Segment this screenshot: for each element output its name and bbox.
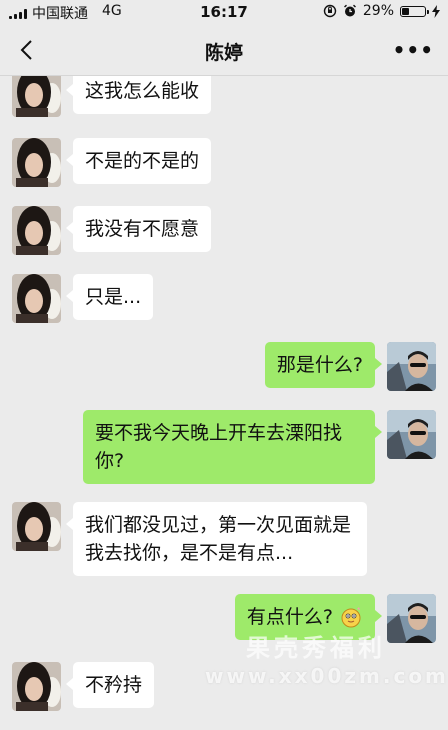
message-text: 有点什么? [246, 606, 333, 628]
nav-bar: 陈婷 ••• [0, 26, 448, 76]
message-bubble[interactable]: 只是... [65, 274, 154, 320]
cute-emoji-icon [341, 607, 361, 628]
orientation-lock-icon [323, 4, 337, 18]
message-bubble[interactable]: 那是什么? [264, 342, 383, 388]
alarm-clock-icon [343, 4, 356, 17]
status-bar: 中国联通 4G 16:17 29% [0, 0, 448, 26]
message-bubble[interactable]: 我们都没见过，第一次见面就是我去找你，是不是有点... [66, 502, 367, 576]
message-bubble[interactable]: 不是的不是的 [65, 138, 212, 184]
message-row-incoming: 不矜持 [0, 662, 448, 722]
message-bubble[interactable]: 不矜持 [65, 662, 155, 708]
battery-icon [400, 5, 429, 17]
message-row-incoming: 我没有不愿意 [0, 206, 448, 266]
self-avatar[interactable] [387, 410, 436, 459]
contact-avatar[interactable] [12, 206, 61, 255]
contact-avatar[interactable] [12, 76, 61, 117]
message-row-incoming: 不是的不是的 [0, 138, 448, 198]
self-avatar[interactable] [387, 342, 436, 391]
message-bubble[interactable]: 有点什么? [234, 594, 383, 640]
message-bubble[interactable]: 要不我今天晚上开车去溧阳找你? [83, 410, 382, 484]
message-row-incoming: 只是... [0, 274, 448, 334]
chat-title: 陈婷 [204, 42, 243, 64]
chat-message-list[interactable]: 这我怎么能收 不是的不是的 我没有不愿意 只是... 那是什么? 要不我今天晚上… [0, 76, 448, 730]
charging-icon [432, 4, 440, 18]
contact-avatar[interactable] [12, 274, 61, 323]
message-bubble[interactable]: 这我怎么能收 [65, 76, 212, 114]
contact-avatar[interactable] [12, 138, 61, 187]
more-dots-icon: ••• [392, 38, 434, 62]
contact-avatar[interactable] [12, 662, 61, 711]
contact-avatar[interactable] [12, 502, 61, 551]
battery-percent: 29% [362, 3, 394, 19]
status-right-group: 29% [323, 3, 440, 19]
self-avatar[interactable] [387, 594, 436, 643]
message-row-incoming: 我们都没见过，第一次见面就是我去找你，是不是有点... [0, 502, 448, 582]
message-bubble[interactable]: 我没有不愿意 [65, 206, 212, 252]
message-row-outgoing: 要不我今天晚上开车去溧阳找你? [0, 410, 448, 490]
more-button[interactable]: ••• [393, 38, 434, 62]
message-row-outgoing: 那是什么? [0, 342, 448, 402]
message-row-incoming: 这我怎么能收 [0, 76, 448, 128]
message-row-outgoing: 有点什么? [0, 594, 448, 654]
